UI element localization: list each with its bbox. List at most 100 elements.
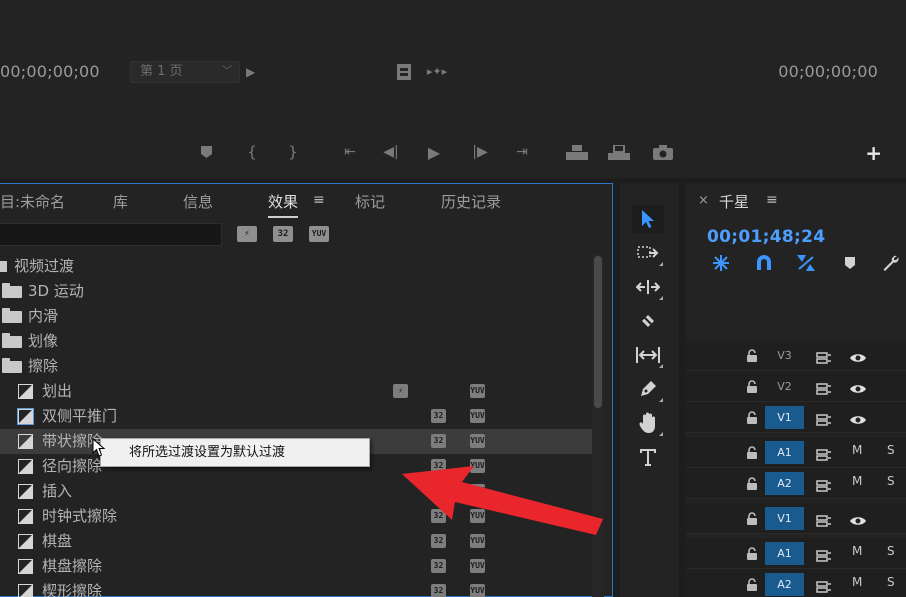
track-header-row[interactable]: V1 (686, 503, 906, 534)
pen-tool[interactable] (632, 375, 664, 403)
close-icon[interactable]: × (698, 193, 709, 208)
track-target-toggle[interactable]: A2 (765, 573, 804, 596)
lock-icon[interactable] (746, 476, 758, 490)
sync-lock-icon[interactable] (816, 380, 832, 395)
eye-icon[interactable] (849, 349, 867, 362)
track-header-row[interactable]: V2 (686, 371, 906, 402)
tree-folder-3d-motion[interactable]: 3D 运动 (0, 279, 592, 304)
track-target-toggle[interactable]: A1 (765, 441, 804, 464)
list-item-transition[interactable]: 双侧平推门 32 YUV (0, 404, 592, 429)
sync-lock-icon[interactable] (816, 411, 832, 426)
add-button[interactable]: + (865, 143, 882, 163)
tree-folder-iris[interactable]: 划像 (0, 329, 592, 354)
playhead-timecode[interactable]: 00;00;00;00 (0, 62, 100, 81)
add-marker-button[interactable] (839, 252, 861, 274)
snap-button[interactable] (753, 252, 775, 274)
scrollbar-thumb[interactable] (594, 256, 602, 408)
eye-icon[interactable] (849, 411, 867, 424)
extract-icon[interactable] (608, 144, 630, 164)
lock-icon[interactable] (746, 546, 758, 560)
step-back-icon[interactable]: ◀| (381, 145, 401, 159)
fast-forward-icon[interactable]: ▸✦▸ (427, 66, 447, 77)
effects-scrollbar[interactable] (592, 254, 604, 597)
solo-button[interactable]: S (887, 474, 895, 488)
sync-lock-icon[interactable] (816, 512, 832, 527)
eye-icon[interactable] (849, 380, 867, 393)
track-target-toggle[interactable]: V1 (765, 507, 804, 530)
sync-lock-icon[interactable] (816, 349, 832, 364)
selection-tool[interactable] (632, 205, 664, 233)
list-item-transition[interactable]: 插入 32 YUV (0, 479, 592, 504)
effects-search-input[interactable] (0, 223, 222, 246)
tab-history[interactable]: 历史记录 (441, 191, 501, 212)
type-tool[interactable] (632, 443, 664, 471)
mute-button[interactable]: M (852, 474, 862, 488)
track-target-toggle[interactable]: V1 (765, 406, 804, 429)
sequence-tab-title[interactable]: 千星 (719, 191, 749, 212)
tab-markers[interactable]: 标记 (355, 191, 385, 212)
mark-out-icon[interactable]: } (283, 145, 303, 160)
yuv-effects-filter-button[interactable]: YUV (309, 226, 329, 242)
solo-button[interactable]: S (887, 443, 895, 457)
32bit-effects-filter-button[interactable]: 32 (273, 226, 293, 242)
page-select[interactable]: 第 1 页 ﹀ (130, 61, 240, 83)
solo-button[interactable]: S (887, 544, 895, 558)
hand-tool[interactable] (632, 409, 664, 437)
timeline-timecode[interactable]: 00;01;48;24 (707, 227, 825, 247)
track-header-row[interactable]: A1 M S (686, 437, 906, 468)
lift-icon[interactable] (566, 145, 588, 164)
track-header-row[interactable]: V1 (686, 402, 906, 433)
list-item-transition[interactable]: 棋盘 32 YUV (0, 529, 592, 554)
track-target-toggle[interactable]: V2 (765, 375, 804, 398)
mute-button[interactable]: M (852, 544, 862, 558)
track-target-toggle[interactable]: A1 (765, 542, 804, 565)
go-to-out-icon[interactable]: ⇥ (512, 145, 532, 159)
track-header-row[interactable]: A2 M S (686, 569, 906, 597)
lock-icon[interactable] (746, 379, 758, 393)
panel-menu-icon[interactable]: ≡ (766, 192, 778, 208)
lock-icon[interactable] (746, 445, 758, 459)
tree-folder-wipe[interactable]: 擦除 (0, 354, 592, 379)
sync-lock-icon[interactable] (816, 446, 832, 461)
accelerated-effects-filter-button[interactable]: ⚡ (237, 226, 257, 242)
list-item-transition[interactable]: 棋盘擦除 32 YUV (0, 554, 592, 579)
razor-tool[interactable] (632, 307, 664, 335)
step-forward-icon[interactable]: |▶ (470, 145, 490, 159)
tree-folder-slide[interactable]: 内滑 (0, 304, 592, 329)
mark-in-icon[interactable]: { (242, 145, 262, 160)
list-item-transition[interactable]: 时钟式擦除 32 YUV (0, 504, 592, 529)
timeline-settings-button[interactable] (880, 252, 902, 274)
play-icon[interactable]: ▶ (424, 145, 444, 161)
sync-lock-icon[interactable] (816, 547, 832, 562)
eye-icon[interactable] (849, 512, 867, 525)
camera-icon[interactable] (653, 145, 673, 163)
tree-folder-video-transitions[interactable]: 视频过渡 (0, 254, 592, 279)
ripple-edit-tool[interactable] (632, 273, 664, 301)
mute-button[interactable]: M (852, 443, 862, 457)
list-item-transition[interactable]: 楔形擦除 32 YUV (0, 579, 592, 597)
panel-menu-icon[interactable]: ≡ (313, 192, 325, 208)
lock-icon[interactable] (746, 348, 758, 362)
slip-tool[interactable] (632, 341, 664, 369)
track-target-toggle[interactable]: V3 (765, 344, 804, 367)
tab-effects[interactable]: 效果 (268, 191, 299, 218)
track-select-tool[interactable] (632, 239, 664, 267)
tab-info[interactable]: 信息 (183, 191, 213, 212)
linked-selection-button[interactable] (795, 252, 817, 274)
solo-button[interactable]: S (887, 575, 895, 589)
lock-icon[interactable] (746, 410, 758, 424)
nest-sequence-button[interactable] (710, 252, 732, 274)
lock-icon[interactable] (746, 511, 758, 525)
sync-lock-icon[interactable] (816, 578, 832, 593)
sync-lock-icon[interactable] (816, 477, 832, 492)
film-icon[interactable] (397, 64, 411, 83)
track-header-row[interactable]: A1 M S (686, 538, 906, 569)
tab-library[interactable]: 库 (113, 191, 128, 212)
context-menu-set-default-transition[interactable]: 将所选过渡设置为默认过渡 (100, 438, 370, 467)
mute-button[interactable]: M (852, 575, 862, 589)
list-item-transition[interactable]: 划出 ⚡ YUV (0, 379, 592, 404)
marker-icon[interactable] (196, 145, 216, 162)
play-small-icon[interactable]: ▶ (246, 66, 255, 78)
track-header-row[interactable]: A2 M S (686, 468, 906, 499)
go-to-in-icon[interactable]: ⇤ (340, 145, 360, 159)
